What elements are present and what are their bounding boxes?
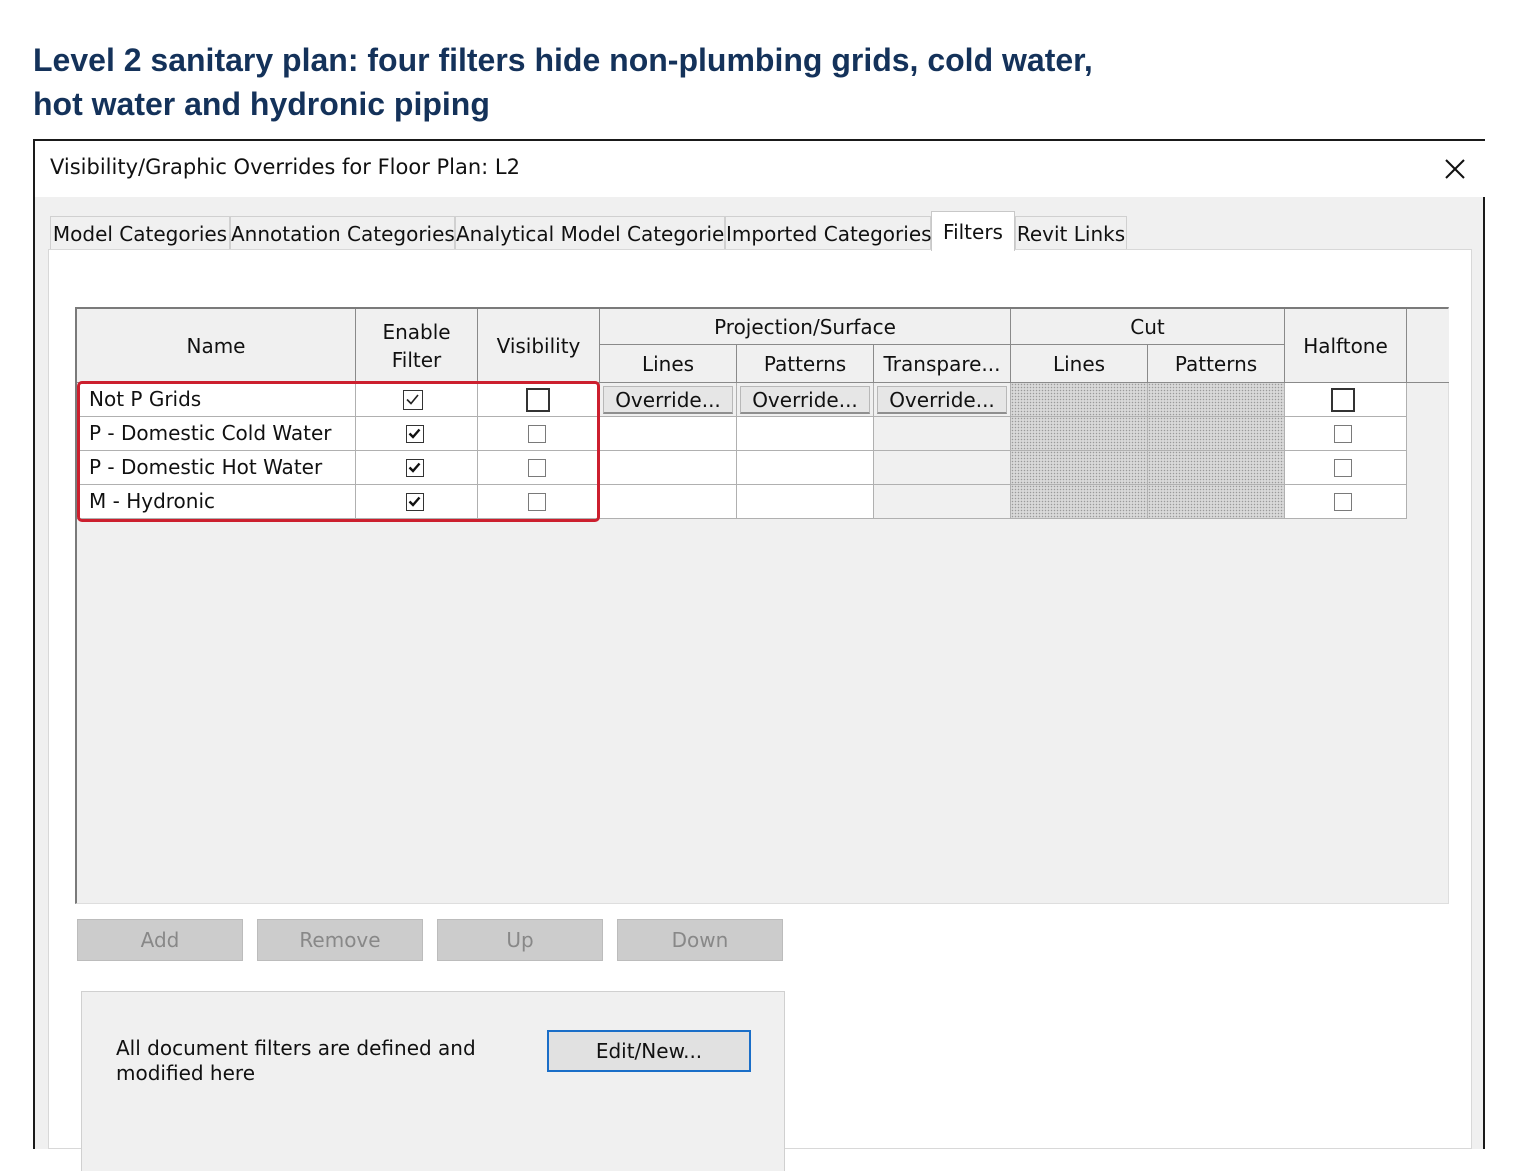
dialog-titlebar: Visibility/Graphic Overrides for Floor P… (35, 141, 1485, 197)
proj-patterns-cell: Override... (737, 383, 874, 417)
header-proj-lines: Lines (600, 345, 737, 383)
cut-lines-cell-disabled (1011, 451, 1148, 485)
cut-lines-cell-disabled (1011, 485, 1148, 519)
description-line-2: modified here (116, 1061, 255, 1085)
caption-line-1: Level 2 sanitary plan: four filters hide… (33, 42, 1093, 78)
header-halftone: Halftone (1285, 309, 1407, 383)
proj-transparency-cell[interactable] (874, 451, 1011, 485)
halftone-cell (1285, 417, 1407, 451)
proj-transparency-cell[interactable] (874, 417, 1011, 451)
cut-lines-cell-disabled (1011, 383, 1148, 417)
add-button[interactable]: Add (77, 919, 243, 961)
visibility-graphic-overrides-dialog: Visibility/Graphic Overrides for Floor P… (33, 139, 1485, 1171)
cut-lines-cell-disabled (1011, 417, 1148, 451)
cut-patterns-cell-disabled (1148, 383, 1285, 417)
proj-lines-cell[interactable] (600, 451, 737, 485)
header-enable-filter: Enable Filter (356, 309, 478, 383)
tab-filters[interactable]: Filters (931, 211, 1015, 251)
cut-patterns-cell-disabled (1148, 485, 1285, 519)
filter-definition-description: All document filters are defined and mod… (116, 1036, 476, 1086)
header-enable-filter-line2: Filter (391, 347, 442, 372)
override-patterns-button[interactable]: Override... (740, 386, 870, 414)
header-projection-surface: Projection/Surface (600, 309, 1011, 345)
header-cut-lines: Lines (1011, 345, 1148, 383)
halftone-cell (1285, 383, 1407, 417)
header-cut: Cut (1011, 309, 1285, 345)
tab-revit-links[interactable]: Revit Links (1015, 216, 1127, 250)
filter-definition-group: All document filters are defined and mod… (81, 991, 785, 1171)
halftone-checkbox[interactable] (1331, 388, 1355, 412)
up-button[interactable]: Up (437, 919, 603, 961)
remove-button[interactable]: Remove (257, 919, 423, 961)
down-button[interactable]: Down (617, 919, 783, 961)
proj-transparency-cell[interactable] (874, 485, 1011, 519)
header-proj-transparency: Transpare... (874, 345, 1011, 383)
tab-analytical-model-categories[interactable]: Analytical Model Categories (455, 216, 735, 250)
halftone-checkbox[interactable] (1334, 459, 1352, 477)
proj-patterns-cell[interactable] (737, 485, 874, 519)
proj-lines-cell: Override... (600, 383, 737, 417)
proj-lines-cell[interactable] (600, 485, 737, 519)
edit-new-button[interactable]: Edit/New... (547, 1030, 751, 1072)
caption-line-2: hot water and hydronic piping (33, 86, 490, 122)
description-line-1: All document filters are defined and (116, 1036, 476, 1060)
halftone-cell (1285, 451, 1407, 485)
override-transparency-button[interactable]: Override... (877, 386, 1007, 414)
header-cut-patterns: Patterns (1148, 345, 1285, 383)
header-enable-filter-line1: Enable (382, 319, 451, 344)
header-proj-patterns: Patterns (737, 345, 874, 383)
halftone-checkbox[interactable] (1334, 425, 1352, 443)
tab-imported-categories[interactable]: Imported Categories (725, 216, 932, 250)
highlight-box (77, 381, 600, 522)
proj-transparency-cell: Override... (874, 383, 1011, 417)
figure-caption: Level 2 sanitary plan: four filters hide… (33, 38, 1333, 126)
proj-patterns-cell[interactable] (737, 451, 874, 485)
header-name: Name (77, 309, 356, 383)
halftone-checkbox[interactable] (1334, 493, 1352, 511)
header-visibility: Visibility (478, 309, 600, 383)
header-spacer (1407, 309, 1449, 383)
cut-patterns-cell-disabled (1148, 417, 1285, 451)
tab-annotation-categories[interactable]: Annotation Categories (230, 216, 455, 250)
close-icon (1445, 159, 1465, 179)
override-lines-button[interactable]: Override... (603, 386, 733, 414)
proj-lines-cell[interactable] (600, 417, 737, 451)
dialog-title: Visibility/Graphic Overrides for Floor P… (50, 155, 520, 179)
cut-patterns-cell-disabled (1148, 451, 1285, 485)
close-button[interactable] (1437, 151, 1473, 187)
halftone-cell (1285, 485, 1407, 519)
proj-patterns-cell[interactable] (737, 417, 874, 451)
tab-model-categories[interactable]: Model Categories (50, 216, 230, 250)
